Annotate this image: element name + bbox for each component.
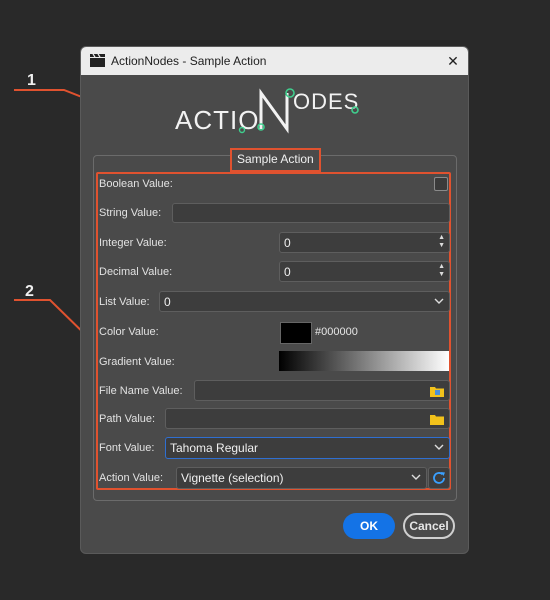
close-icon: ✕: [447, 52, 459, 69]
integer-value: 0: [284, 236, 291, 250]
decimal-label: Decimal Value:: [99, 266, 173, 278]
color-swatch[interactable]: [280, 322, 312, 344]
decimal-stepper-icon[interactable]: ▲ ▼: [438, 263, 445, 279]
svg-text:ACTIO: ACTIO: [175, 105, 259, 135]
folder-icon[interactable]: [430, 413, 444, 425]
integer-label: Integer Value:: [99, 237, 167, 249]
ok-button[interactable]: OK: [343, 513, 395, 539]
color-hex-value: #000000: [315, 326, 358, 338]
refresh-icon: [433, 472, 445, 484]
filename-label: File Name Value:: [99, 385, 183, 397]
group-title: Sample Action: [230, 148, 321, 172]
chevron-down-icon: [411, 474, 421, 480]
gradient-label: Gradient Value:: [99, 356, 175, 368]
cancel-button[interactable]: Cancel: [403, 513, 455, 539]
decimal-value: 0: [284, 265, 291, 279]
refresh-button[interactable]: [428, 467, 450, 489]
list-dropdown[interactable]: 0: [159, 291, 450, 312]
list-label: List Value:: [99, 296, 150, 308]
color-label: Color Value:: [99, 326, 159, 338]
chevron-down-icon: [434, 444, 444, 450]
window-title: ActionNodes - Sample Action: [111, 54, 267, 68]
action-dropdown[interactable]: Vignette (selection): [176, 467, 427, 489]
boolean-label: Boolean Value:: [99, 178, 173, 190]
clapperboard-icon: [90, 54, 105, 67]
sample-action-dialog: ActionNodes - Sample Action ✕ ACTIO ODES…: [80, 46, 469, 554]
file-browse-icon[interactable]: [430, 385, 444, 397]
integer-spinbox[interactable]: 0 ▲ ▼: [279, 232, 450, 253]
title-bar: ActionNodes - Sample Action ✕: [81, 47, 468, 75]
path-input[interactable]: [165, 408, 450, 429]
string-label: String Value:: [99, 207, 162, 219]
font-value: Tahoma Regular: [170, 441, 259, 455]
chevron-down-icon: [434, 298, 444, 304]
integer-stepper-icon[interactable]: ▲ ▼: [438, 234, 445, 250]
font-dropdown[interactable]: Tahoma Regular: [165, 437, 450, 459]
decimal-spinbox[interactable]: 0 ▲ ▼: [279, 261, 450, 282]
list-value: 0: [164, 295, 171, 309]
boolean-checkbox[interactable]: [434, 177, 448, 191]
action-value: Vignette (selection): [181, 471, 284, 485]
svg-text:ODES: ODES: [293, 89, 359, 114]
font-label: Font Value:: [99, 442, 155, 454]
gradient-picker[interactable]: [279, 351, 449, 371]
actionodes-logo: ACTIO ODES: [175, 88, 359, 135]
action-label: Action Value:: [99, 472, 164, 484]
string-input[interactable]: [172, 203, 450, 223]
path-label: Path Value:: [99, 413, 156, 425]
filename-input[interactable]: [194, 380, 450, 401]
close-button[interactable]: ✕: [438, 47, 468, 75]
